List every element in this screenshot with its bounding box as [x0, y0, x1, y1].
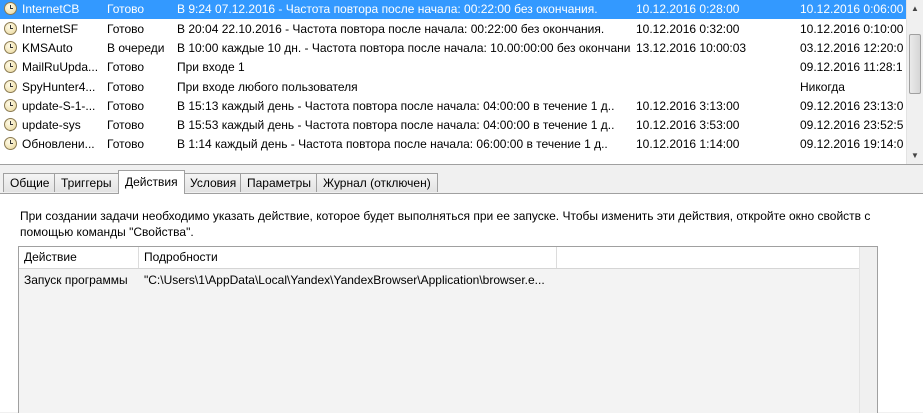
clock-icon	[4, 79, 20, 95]
task-status: Готово	[107, 99, 145, 113]
clock-icon	[4, 1, 20, 17]
task-trigger: В 15:13 каждый день - Частота повтора по…	[177, 99, 615, 113]
arrow-down-icon[interactable]: ▼	[907, 147, 923, 164]
actions-description: При создании задачи необходимо указать д…	[20, 209, 871, 239]
task-last-run: 03.12.2016 12:20:0	[800, 41, 904, 55]
tab-settings[interactable]: Параметры	[240, 173, 318, 192]
task-last-run: 10.12.2016 0:06:00	[800, 2, 904, 16]
table-row[interactable]: Запуск программы "C:\Users\1\AppData\Loc…	[19, 269, 877, 291]
task-name: Обновлени...	[22, 137, 95, 151]
task-name: InternetCB	[22, 2, 80, 16]
table-header: Действие Подробности	[19, 247, 877, 269]
task-last-run: 09.12.2016 11:28:1	[800, 60, 903, 74]
task-list[interactable]: InternetCB Готово В 9:24 07.12.2016 - Ча…	[0, 0, 923, 165]
task-status: Готово	[107, 80, 145, 94]
task-next-run: 10.12.2016 1:14:00	[636, 137, 740, 151]
task-name: KMSAuto	[22, 41, 73, 55]
task-row[interactable]: update-S-1-... Готово В 15:13 каждый ден…	[0, 97, 906, 116]
task-next-run: 10.12.2016 0:32:00	[636, 22, 740, 36]
arrow-up-icon[interactable]: ▲	[907, 0, 923, 17]
clock-icon	[4, 21, 20, 37]
task-trigger: В 1:14 каждый день - Частота повтора пос…	[177, 137, 608, 151]
tab-actions[interactable]: Действия	[118, 170, 185, 194]
task-name: update-S-1-...	[22, 99, 96, 113]
action-details: "C:\Users\1\AppData\Local\Yandex\YandexB…	[144, 273, 545, 287]
tab-conditions[interactable]: Условия	[183, 173, 244, 192]
task-status: Готово	[107, 2, 145, 16]
task-trigger: При входе 1	[177, 60, 245, 74]
task-last-run: 09.12.2016 19:14:0	[800, 137, 904, 151]
task-row[interactable]: InternetCB Готово В 9:24 07.12.2016 - Ча…	[0, 0, 906, 19]
task-row[interactable]: MailRuUpda... Готово При входе 1 09.12.2…	[0, 58, 906, 77]
task-status: В очереди	[107, 41, 165, 55]
actions-table-scrollbar[interactable]	[859, 247, 877, 413]
tab-general[interactable]: Общие	[3, 173, 57, 192]
task-next-run: 10.12.2016 3:53:00	[636, 118, 740, 132]
tab-triggers[interactable]: Триггеры	[54, 173, 119, 192]
task-next-run: 10.12.2016 0:28:00	[636, 2, 740, 16]
task-row[interactable]: InternetSF Готово В 20:04 22.10.2016 - Ч…	[0, 20, 906, 39]
column-header-action[interactable]: Действие	[19, 247, 139, 268]
task-last-run: 09.12.2016 23:13:0	[800, 99, 904, 113]
task-name: update-sys	[22, 118, 81, 132]
clock-icon	[4, 136, 20, 152]
task-last-run: 10.12.2016 0:10:00	[800, 22, 904, 36]
task-trigger: В 9:24 07.12.2016 - Частота повтора посл…	[177, 2, 598, 16]
task-row[interactable]: KMSAuto В очереди В 10:00 каждые 10 дн. …	[0, 39, 906, 58]
task-next-run: 10.12.2016 3:13:00	[636, 99, 740, 113]
clock-icon	[4, 40, 20, 56]
task-status: Готово	[107, 118, 145, 132]
scrollbar-thumb[interactable]	[909, 34, 921, 94]
column-header-details[interactable]: Подробности	[139, 247, 557, 268]
task-trigger: При входе любого пользователя	[177, 80, 358, 94]
task-properties-tabs: Общие Триггеры Действия Условия Параметр…	[0, 170, 923, 194]
actions-panel: При создании задачи необходимо указать д…	[0, 193, 923, 413]
task-next-run: 13.12.2016 10:00:03	[636, 41, 747, 55]
task-row[interactable]: Обновлени... Готово В 1:14 каждый день -…	[0, 135, 906, 154]
task-status: Готово	[107, 22, 145, 36]
clock-icon	[4, 59, 20, 75]
task-last-run: Никогда	[800, 80, 845, 94]
task-status: Готово	[107, 60, 145, 74]
task-list-scrollbar[interactable]: ▲ ▼	[906, 0, 923, 164]
task-row[interactable]: update-sys Готово В 15:53 каждый день - …	[0, 116, 906, 135]
task-trigger: В 15:53 каждый день - Частота повтора по…	[177, 118, 615, 132]
task-trigger: В 20:04 22.10.2016 - Частота повтора пос…	[177, 22, 605, 36]
task-status: Готово	[107, 137, 145, 151]
actions-table[interactable]: Действие Подробности Запуск программы "C…	[18, 246, 878, 413]
task-trigger: В 10:00 каждые 10 дн. - Частота повтора …	[177, 41, 631, 55]
clock-icon	[4, 98, 20, 114]
task-name: MailRuUpda...	[22, 60, 99, 74]
action-type: Запуск программы	[24, 273, 128, 287]
tab-log[interactable]: Журнал (отключен)	[316, 173, 438, 192]
task-name: InternetSF	[22, 22, 79, 36]
task-row[interactable]: SpyHunter4... Готово При входе любого по…	[0, 78, 906, 97]
task-last-run: 09.12.2016 23:52:5	[800, 118, 904, 132]
clock-icon	[4, 117, 20, 133]
task-name: SpyHunter4...	[22, 80, 96, 94]
